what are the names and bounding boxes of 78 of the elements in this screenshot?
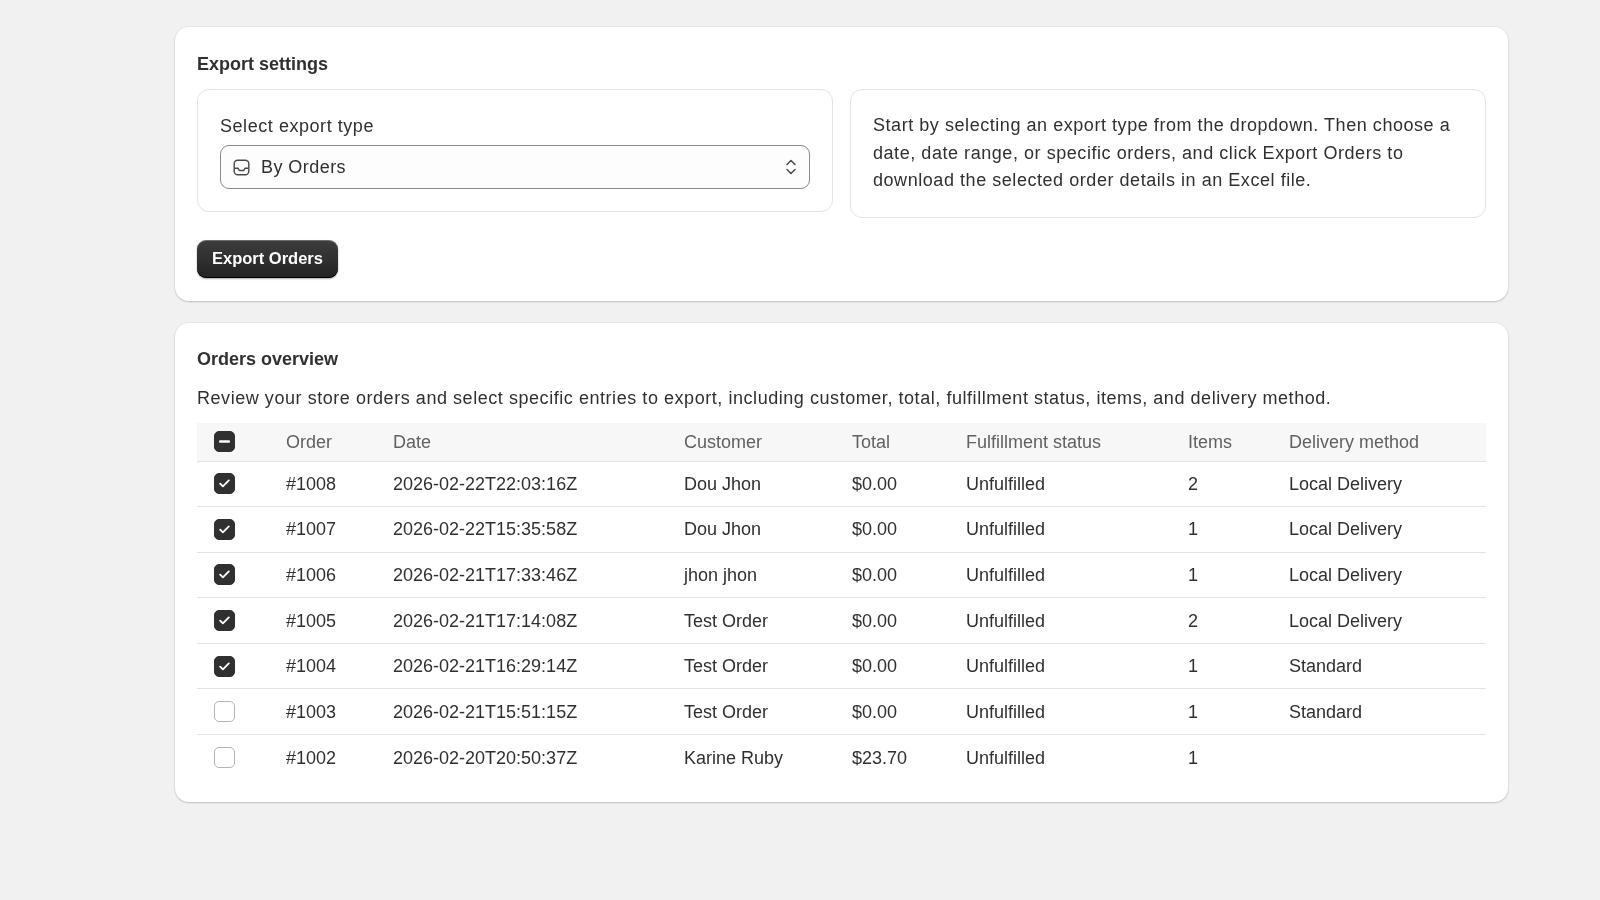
table-cell: #1007 <box>286 518 337 541</box>
table-cell: $0.00 <box>852 700 898 723</box>
row-checkbox[interactable] <box>214 610 235 632</box>
table-cell: Test Order <box>684 655 769 678</box>
table-cell: #1006 <box>286 564 337 586</box>
tray-icon <box>233 158 250 176</box>
table-cell: Unfulfilled <box>966 700 1046 723</box>
table-cell: Standard <box>1289 700 1363 723</box>
table-cell: 2026-02-20T20:50:37Z <box>393 746 578 769</box>
table-cell: $0.00 <box>852 609 898 632</box>
table-cell: 1 <box>1188 518 1198 541</box>
table-cell: $0.00 <box>852 518 898 541</box>
row-checkbox[interactable] <box>214 518 235 540</box>
field-label: Select export type <box>220 115 374 138</box>
table-cell: Karine Ruby <box>684 746 784 769</box>
table-cell: Dou Jhon <box>684 472 762 495</box>
table-cell: Dou Jhon <box>684 518 762 541</box>
table-cell: 2026-02-21T17:33:46Z <box>393 564 578 586</box>
table-cell: 2 <box>1188 472 1198 495</box>
card-title: Orders overview <box>197 347 339 371</box>
table-cell: $0.00 <box>852 655 898 678</box>
checkmark-icon <box>219 661 230 671</box>
column-header: Delivery method <box>1289 430 1420 453</box>
table-cell: Local Delivery <box>1289 609 1403 632</box>
export-type-select[interactable]: By Orders <box>220 145 810 189</box>
table-cell: $23.70 <box>852 746 908 769</box>
table-cell: Local Delivery <box>1289 472 1403 495</box>
table-cell: Standard <box>1289 655 1363 678</box>
table-cell: Unfulfilled <box>966 655 1046 678</box>
table-cell: $0.00 <box>852 564 898 586</box>
column-header: Customer <box>684 430 763 453</box>
table-cell: Unfulfilled <box>966 564 1046 586</box>
row-checkbox[interactable] <box>214 564 235 586</box>
column-header: Date <box>393 430 432 453</box>
card-title: Export settings <box>197 53 329 76</box>
table-cell: 1 <box>1188 655 1198 678</box>
row-checkbox[interactable] <box>214 747 235 769</box>
table-cell: Test Order <box>684 700 769 723</box>
description-text: Review your store orders and select specific entries to export, including customer, total, fulfillment status, items, and delivery method. <box>197 386 1332 410</box>
minus-icon <box>219 440 230 443</box>
table-cell: 2026-02-21T17:14:08Z <box>393 609 578 632</box>
table-cell: #1003 <box>286 700 337 723</box>
table-cell: #1008 <box>286 472 337 495</box>
table-cell: 2 <box>1188 609 1198 632</box>
table-cell: #1002 <box>286 746 337 769</box>
table-cell: Unfulfilled <box>966 472 1046 495</box>
table-cell: 2026-02-22T15:35:58Z <box>393 518 578 541</box>
column-header: Order <box>286 430 332 453</box>
checkmark-icon <box>219 570 230 580</box>
table-cell: Local Delivery <box>1289 518 1403 541</box>
table-cell: jhon jhon <box>684 564 758 586</box>
row-checkbox[interactable] <box>214 701 235 723</box>
table-cell: Local Delivery <box>1289 564 1403 586</box>
table-cell: #1005 <box>286 609 337 632</box>
table-cell: Unfulfilled <box>966 518 1046 541</box>
checkmark-icon <box>219 479 230 489</box>
table-cell: Unfulfilled <box>966 746 1046 769</box>
table-cell: $0.00 <box>852 472 898 495</box>
column-header: Items <box>1188 430 1232 453</box>
table-cell: 2026-02-21T16:29:14Z <box>393 655 578 678</box>
column-header: Fulfillment status <box>966 430 1102 453</box>
table-cell: Test Order <box>684 609 769 632</box>
export-orders-button[interactable]: Export Orders <box>197 239 338 278</box>
table-cell: 1 <box>1188 746 1198 769</box>
help-text: Start by selecting an export type from the dropdown. Then choose a date, date range, or specific orders, and click Export Orders to download the selected order details in an Excel file. <box>873 114 1452 192</box>
column-header: Total <box>852 430 891 453</box>
table-cell: 2026-02-22T22:03:16Z <box>393 472 578 495</box>
row-checkbox[interactable] <box>214 473 235 495</box>
table-cell: 1 <box>1188 700 1198 723</box>
checkmark-icon <box>219 616 230 626</box>
table-cell: 1 <box>1188 564 1198 586</box>
table-cell: 2026-02-21T15:51:15Z <box>393 700 578 723</box>
table-cell: #1004 <box>286 655 337 678</box>
chevron-up-down-icon <box>785 158 797 176</box>
select-all-checkbox[interactable] <box>214 431 235 452</box>
table-cell: Unfulfilled <box>966 609 1046 632</box>
row-checkbox[interactable] <box>214 655 235 677</box>
checkmark-icon <box>219 524 230 534</box>
